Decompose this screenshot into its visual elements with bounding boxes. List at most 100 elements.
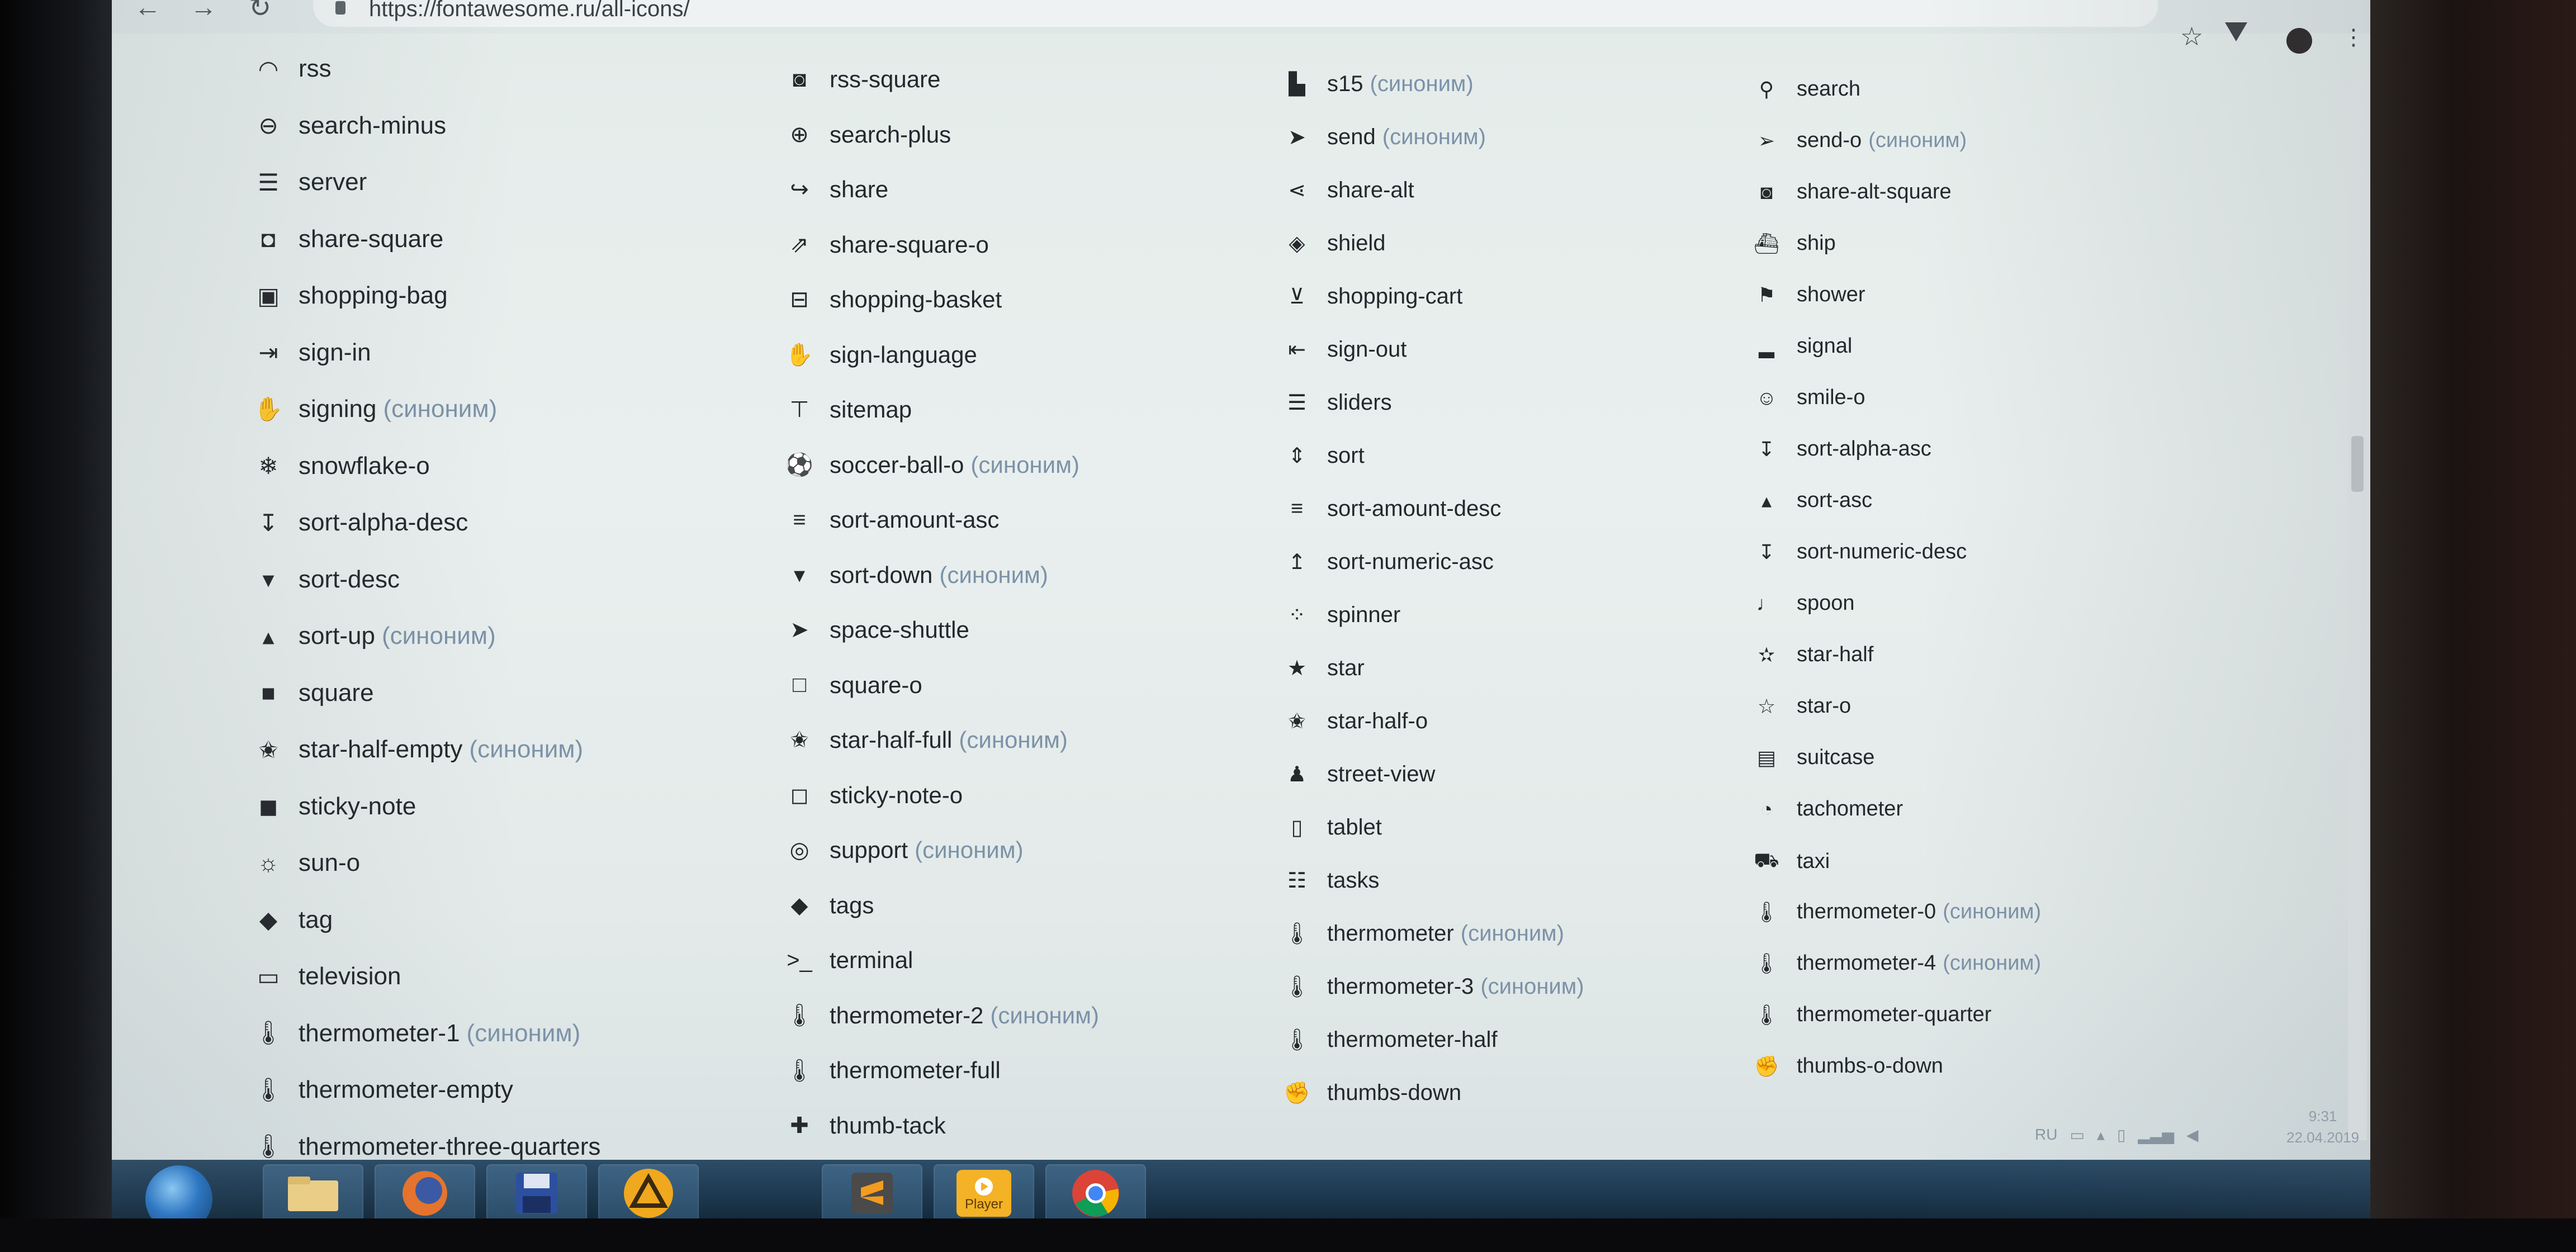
- keyboard-icon[interactable]: ▭: [2070, 1126, 2084, 1144]
- icon-name[interactable]: tag: [299, 906, 333, 934]
- icon-entry-sort-desc[interactable]: ▾ sort-desc: [252, 566, 400, 594]
- icon-name[interactable]: spinner: [1327, 603, 1400, 628]
- player-icon[interactable]: Player: [934, 1164, 1034, 1218]
- icon-name[interactable]: snowflake-o: [299, 452, 430, 480]
- icon-name[interactable]: signal: [1797, 334, 1852, 358]
- icon-name[interactable]: send: [1327, 125, 1376, 150]
- icon-entry-thermometer-three-quarters[interactable]: 🌡 thermometer-three-quarters: [252, 1133, 600, 1161]
- icon-entry-rss-square[interactable]: ◙ rss-square: [783, 66, 940, 93]
- icon-entry-sort-amount-desc[interactable]: ≡ sort-amount-desc: [1280, 496, 1501, 521]
- icon-entry-sort-numeric-desc[interactable]: ↧ sort-numeric-desc: [1750, 540, 1967, 564]
- icon-entry-thermometer-half[interactable]: 🌡 thermometer-half: [1280, 1027, 1498, 1052]
- icon-entry-sun-o[interactable]: ☼ sun-o: [252, 849, 360, 877]
- icon-name[interactable]: sort-desc: [299, 566, 400, 594]
- icon-entry-search[interactable]: ⚲ search: [1750, 77, 1860, 101]
- icon-name[interactable]: sort-numeric-asc: [1327, 549, 1494, 575]
- icon-entry-s15[interactable]: ▙ s15 (синоним): [1280, 72, 1473, 97]
- firefox-icon[interactable]: [375, 1164, 475, 1218]
- scrollbar-thumb[interactable]: [2351, 436, 2364, 492]
- icon-entry-square[interactable]: ■ square: [252, 679, 374, 707]
- icon-entry-signing[interactable]: ✋ signing (синоним): [252, 395, 497, 423]
- icon-entry-sort-up[interactable]: ▴ sort-up (синоним): [252, 622, 496, 650]
- icon-entry-thermometer-1[interactable]: 🌡 thermometer-1 (синоним): [252, 1019, 580, 1047]
- icon-entry-sort-alpha-asc[interactable]: ↧ sort-alpha-asc: [1750, 437, 1931, 461]
- back-icon[interactable]: ←: [134, 0, 161, 23]
- icon-entry-star-o[interactable]: ☆ star-o: [1750, 694, 1851, 718]
- icon-name[interactable]: thermometer-full: [830, 1057, 1001, 1084]
- icon-entry-star-half[interactable]: ✫ star-half: [1750, 643, 1873, 667]
- icon-name[interactable]: tasks: [1327, 868, 1379, 893]
- icon-name[interactable]: sort-alpha-desc: [299, 509, 468, 537]
- icon-name[interactable]: thermometer-empty: [299, 1076, 513, 1104]
- icon-entry-shopping-bag[interactable]: ▣ shopping-bag: [252, 282, 447, 310]
- icon-name[interactable]: sort: [1327, 443, 1365, 468]
- icon-entry-sort[interactable]: ⇕ sort: [1280, 443, 1365, 468]
- icon-entry-rss[interactable]: ◠ rss: [252, 55, 332, 83]
- icon-name[interactable]: sticky-note: [299, 793, 416, 821]
- icon-entry-search-plus[interactable]: ⊕ search-plus: [783, 121, 951, 148]
- icon-name[interactable]: thermometer: [1327, 921, 1454, 946]
- icon-entry-support[interactable]: ◎ support (синоним): [783, 837, 1024, 864]
- icon-entry-sort-alpha-desc[interactable]: ↧ sort-alpha-desc: [252, 509, 468, 537]
- icon-entry-shopping-basket[interactable]: ⊟ shopping-basket: [783, 286, 1002, 313]
- icon-name[interactable]: signing: [299, 395, 376, 423]
- icon-name[interactable]: star-half-o: [1327, 709, 1428, 734]
- icon-name[interactable]: sort-down: [830, 562, 932, 589]
- icon-entry-snowflake-o[interactable]: ❄ snowflake-o: [252, 452, 430, 480]
- icon-name[interactable]: television: [299, 962, 401, 990]
- floppy-disk-icon[interactable]: [486, 1164, 587, 1218]
- icon-name[interactable]: send-o: [1797, 129, 1862, 153]
- icon-entry-share[interactable]: ↪ share: [783, 176, 888, 203]
- icon-entry-star-half-empty[interactable]: ✬ star-half-empty (синоним): [252, 736, 583, 763]
- icon-name[interactable]: search-plus: [830, 121, 951, 148]
- icon-name[interactable]: thermometer-half: [1327, 1027, 1498, 1052]
- icon-entry-terminal[interactable]: >_ terminal: [783, 947, 913, 974]
- icon-name[interactable]: share: [830, 176, 888, 203]
- icon-entry-thermometer-quarter[interactable]: 🌡 thermometer-quarter: [1750, 1003, 1991, 1027]
- icon-entry-tachometer[interactable]: ◔ tachometer: [1750, 797, 1903, 821]
- icon-name[interactable]: sitemap: [830, 396, 912, 423]
- icon-name[interactable]: search-minus: [299, 112, 446, 140]
- icon-name[interactable]: soccer-ball-o: [830, 452, 964, 478]
- icon-name[interactable]: thermometer-three-quarters: [299, 1133, 600, 1161]
- icon-name[interactable]: thermometer-1: [299, 1019, 460, 1047]
- windows-start-icon[interactable]: [145, 1165, 212, 1218]
- icon-entry-tag[interactable]: ◆ tag: [252, 906, 333, 934]
- icon-name[interactable]: share-alt-square: [1797, 180, 1952, 204]
- icon-entry-sign-language[interactable]: ✋ sign-language: [783, 342, 977, 368]
- icon-name[interactable]: rss-square: [830, 66, 940, 93]
- icon-name[interactable]: shopping-cart: [1327, 284, 1462, 309]
- icon-entry-sign-out[interactable]: ⇤ sign-out: [1280, 337, 1407, 362]
- icon-name[interactable]: ship: [1797, 231, 1836, 255]
- icon-name[interactable]: square-o: [830, 672, 922, 699]
- aimp-icon[interactable]: [598, 1164, 699, 1218]
- icon-entry-thermometer-full[interactable]: 🌡 thermometer-full: [783, 1057, 1001, 1084]
- icon-entry-square-o[interactable]: □ square-o: [783, 672, 922, 699]
- icon-name[interactable]: space-shuttle: [830, 616, 969, 643]
- icon-name[interactable]: star: [1327, 656, 1365, 681]
- icon-name[interactable]: terminal: [830, 947, 913, 974]
- icon-entry-thermometer[interactable]: 🌡 thermometer (синоним): [1280, 921, 1564, 946]
- icon-name[interactable]: thumb-tack: [830, 1112, 946, 1139]
- icon-entry-soccer-ball-o[interactable]: ⚽ soccer-ball-o (синоним): [783, 452, 1079, 478]
- icon-entry-thermometer-4[interactable]: 🌡 thermometer-4 (синоним): [1750, 951, 2041, 975]
- icon-name[interactable]: sort-amount-desc: [1327, 496, 1501, 521]
- volume-icon[interactable]: ◀: [2186, 1126, 2199, 1144]
- icon-name[interactable]: share-alt: [1327, 178, 1414, 203]
- icon-entry-thumb-tack[interactable]: ✚ thumb-tack: [783, 1112, 946, 1139]
- icon-entry-ship[interactable]: ⛴ ship: [1750, 231, 1836, 255]
- icon-entry-thumbs-o-down[interactable]: ✊ thumbs-o-down: [1750, 1054, 1943, 1078]
- icon-entry-share-alt[interactable]: ⋖ share-alt: [1280, 178, 1414, 203]
- icon-entry-sort-numeric-asc[interactable]: ↥ sort-numeric-asc: [1280, 549, 1494, 575]
- icon-name[interactable]: tablet: [1327, 815, 1382, 840]
- icon-name[interactable]: sign-language: [830, 342, 977, 368]
- icon-name[interactable]: thumbs-down: [1327, 1080, 1461, 1106]
- icon-name[interactable]: smile-o: [1797, 386, 1865, 410]
- icon-name[interactable]: star-half: [1797, 643, 1873, 667]
- icon-entry-sign-in[interactable]: ⇥ sign-in: [252, 339, 371, 367]
- icon-name[interactable]: square: [299, 679, 374, 707]
- icon-name[interactable]: rss: [299, 55, 332, 83]
- icon-entry-street-view[interactable]: ♟ street-view: [1280, 762, 1435, 787]
- icon-entry-thumbs-down[interactable]: ✊ thumbs-down: [1280, 1080, 1461, 1106]
- icon-entry-send-o[interactable]: ➢ send-o (синоним): [1750, 129, 1967, 153]
